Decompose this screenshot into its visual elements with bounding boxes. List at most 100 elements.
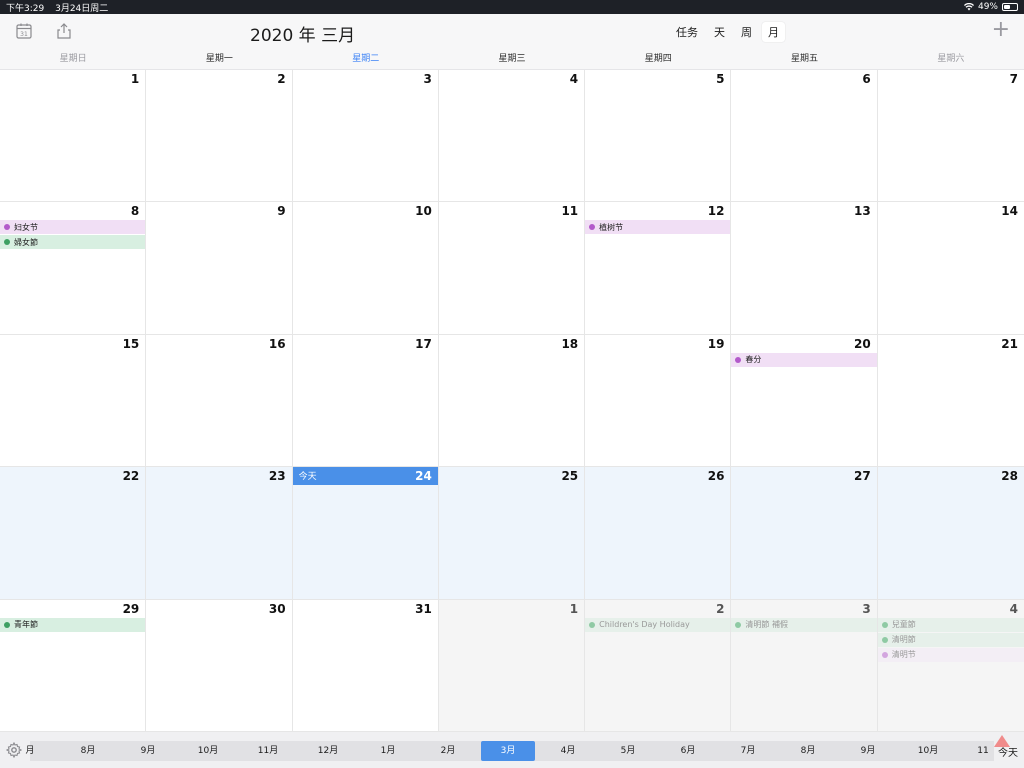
calendar-event[interactable]: 清明節 補假 [731,617,877,632]
day-cell[interactable]: 2 [146,70,293,203]
day-cell[interactable]: 27 [731,467,878,600]
day-cell[interactable]: 4 [438,70,586,203]
month-item[interactable]: 11月 [241,741,295,761]
month-title: 2020 年 三月 [250,26,356,46]
calendar-event[interactable]: 婦女節 [0,235,146,250]
day-cell[interactable]: 2 Children's Day Holiday [585,599,732,732]
share-icon[interactable] [55,22,73,40]
day-cell[interactable]: 28 [877,467,1024,600]
event-title: 清明節 [891,635,916,645]
day-cell[interactable]: 6 [731,70,878,203]
month-item[interactable]: 1月 [361,741,415,761]
day-cell[interactable]: 3 清明節 補假 [731,599,878,732]
day-number: 10 [415,204,432,219]
battery-icon [1002,3,1018,11]
day-number: 28 [1001,469,1018,484]
month-item[interactable]: 10月 [181,741,235,761]
month-item[interactable]: 8月 [61,741,115,761]
calendar-event[interactable]: 清明节 [877,647,1024,662]
weekday-label: 星期四 [644,54,672,64]
calendar-icon[interactable]: 31 [15,22,33,40]
day-cell[interactable]: 17 [292,334,439,468]
day-cell[interactable]: 23 [146,467,293,600]
day-cell[interactable]: 7 [877,70,1024,203]
weekday-label: 星期一 [205,54,233,64]
month-item[interactable]: 9月 [841,741,895,761]
view-tab-2[interactable]: 周 [735,22,758,42]
day-cell[interactable]: 今天 24 [292,467,439,600]
day-cell[interactable]: 29 青年節 [0,599,147,732]
calendar-event[interactable]: 春分 [731,352,877,367]
day-number: 19 [707,336,725,351]
calendar-event[interactable]: 妇女节 [0,220,146,235]
today-highlight: 今天 24 [292,467,438,486]
month-item[interactable]: 2月 [421,741,475,761]
event-dot-icon [4,224,10,231]
calendar-event[interactable]: Children's Day Holiday [585,617,731,632]
day-number: 4 [1009,601,1018,616]
day-cell[interactable]: 11 [438,202,586,335]
day-cell[interactable]: 18 [438,334,586,468]
day-cell[interactable]: 25 [438,467,586,600]
day-number: 8 [130,204,140,219]
day-cell[interactable]: 21 [877,334,1024,468]
day-number: 24 [415,469,432,484]
day-number: 3 [862,601,871,616]
event-list: 春分 [731,352,877,368]
day-cell[interactable]: 22 [0,467,147,600]
day-cell[interactable]: 5 [585,70,732,203]
day-cell[interactable]: 19 [585,334,732,468]
month-item[interactable]: 8月 [781,741,835,761]
view-tab-0[interactable]: 任务 [670,22,704,42]
status-bar: 下午3:29 3月24日周二 49% [0,0,1024,14]
month-item[interactable]: 4月 [541,741,595,761]
day-cell[interactable]: 10 [292,202,439,335]
view-tab-3[interactable]: 月 [762,22,785,42]
month-item[interactable]: 9月 [121,741,175,761]
day-cell[interactable]: 4 兒童節清明節清明节 [877,599,1024,732]
day-number: 7 [1009,72,1018,86]
status-right: 49% [963,2,1018,12]
day-cell[interactable]: 30 [146,599,293,732]
add-event-button[interactable]: + [992,17,1010,42]
day-cell[interactable]: 13 [731,202,878,335]
event-list: 妇女节 婦女節 [0,220,146,250]
event-list: 清明節 補假 [731,617,877,633]
view-switcher: 任务天周月 [670,22,785,42]
view-tab-1[interactable]: 天 [708,22,731,42]
day-number: 11 [561,204,579,219]
status-date: 3月24日周二 [55,3,109,14]
month-item[interactable]: 7月 [721,741,775,761]
day-cell[interactable]: 26 [585,467,732,600]
day-number: 6 [862,72,871,86]
day-cell[interactable]: 1 [438,599,586,732]
day-cell[interactable]: 14 [877,202,1024,335]
day-cell[interactable]: 8 妇女节 婦女節 [0,202,147,335]
day-number: 1 [130,72,140,86]
month-item[interactable]: 10月 [901,741,955,761]
calendar-event[interactable]: 青年節 [0,617,146,632]
day-cell[interactable]: 31 [292,599,439,732]
month-item[interactable]: 3月 [481,741,535,761]
calendar-event[interactable]: 植树节 [585,220,731,235]
event-dot-icon [589,224,596,231]
month-item[interactable]: 12月 [301,741,355,761]
day-cell[interactable]: 12 植树节 [585,202,732,335]
day-cell[interactable]: 3 [292,70,439,203]
day-cell[interactable]: 9 [146,202,293,335]
day-cell[interactable]: 1 [0,70,147,203]
day-cell[interactable]: 20 春分 [731,334,878,468]
day-cell[interactable]: 15 [0,334,147,468]
event-title: 清明節 補假 [745,620,788,630]
day-cell[interactable]: 16 [146,334,293,468]
month-item[interactable]: 5月 [601,741,655,761]
month-strip[interactable]: 月 8月 9月 10月 11月 12月 1月 2月 3月 4月 5月 6月 7月 8月 9月 10月 11 [25,741,994,761]
month-item[interactable]: 月 [3,741,57,761]
event-dot-icon [881,636,888,643]
today-button[interactable]: 今天 [998,744,1018,759]
calendar-event[interactable]: 兒童節 [877,617,1024,632]
day-number: 12 [707,204,725,219]
month-item[interactable]: 6月 [661,741,715,761]
calendar-event[interactable]: 清明節 [877,632,1024,647]
weekday-label: 星期五 [791,54,819,64]
